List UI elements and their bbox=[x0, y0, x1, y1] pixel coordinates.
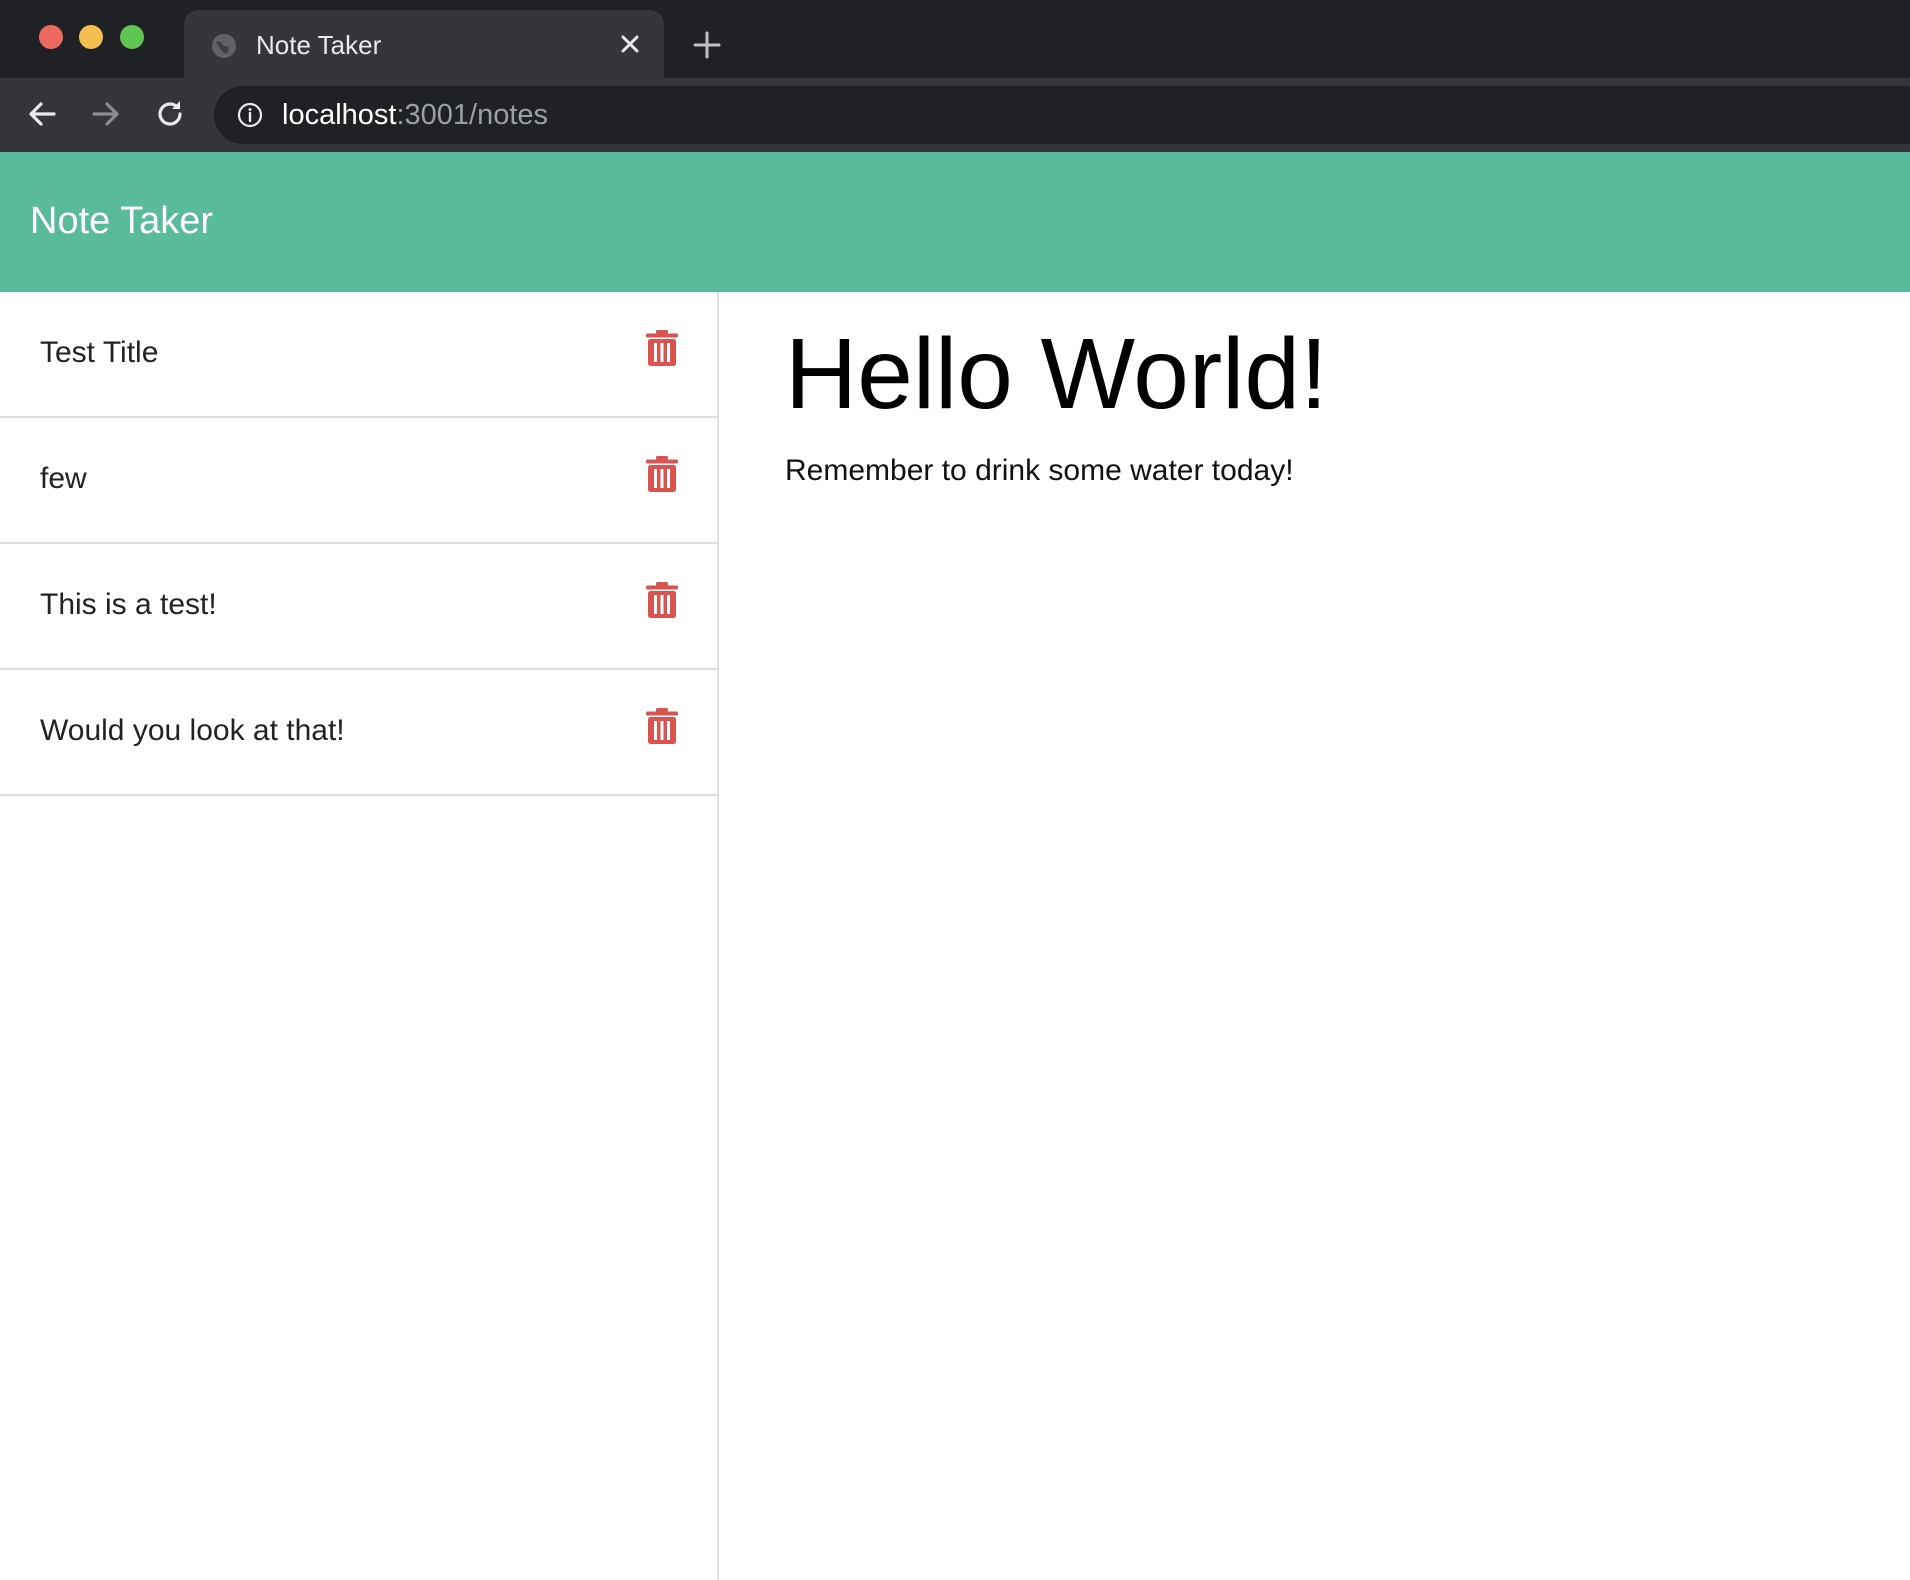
note-title: few bbox=[40, 462, 87, 495]
url-path: :3001/notes bbox=[396, 99, 549, 131]
trash-icon[interactable] bbox=[646, 708, 678, 744]
url-text: localhost:3001/notes bbox=[282, 97, 548, 133]
info-icon[interactable] bbox=[236, 101, 264, 129]
window-maximize-button[interactable] bbox=[120, 25, 144, 49]
list-item[interactable]: few bbox=[0, 418, 717, 544]
plus-icon[interactable] bbox=[690, 28, 724, 62]
trash-icon[interactable] bbox=[646, 330, 678, 366]
globe-icon bbox=[212, 34, 236, 58]
note-title: Test Title bbox=[40, 336, 159, 369]
browser-tab-bar: Note Taker bbox=[0, 0, 1910, 78]
address-bar[interactable]: localhost:3001/notes bbox=[214, 86, 1910, 144]
close-icon[interactable] bbox=[616, 30, 644, 58]
note-list-panel: Test Title few This is a test! Would you… bbox=[0, 292, 719, 1580]
note-text-field[interactable]: Remember to drink some water today! bbox=[785, 452, 1294, 490]
note-title: This is a test! bbox=[40, 588, 217, 621]
reload-icon[interactable] bbox=[152, 96, 188, 132]
url-host: localhost bbox=[282, 99, 397, 131]
browser-tab[interactable]: Note Taker bbox=[184, 10, 664, 78]
trash-icon[interactable] bbox=[646, 582, 678, 618]
note-title: Would you look at that! bbox=[40, 714, 345, 747]
arrow-left-icon[interactable] bbox=[24, 96, 60, 132]
app-header: Note Taker bbox=[0, 152, 1910, 292]
list-item[interactable]: Test Title bbox=[0, 292, 717, 418]
list-item[interactable]: This is a test! bbox=[0, 544, 717, 670]
window-minimize-button[interactable] bbox=[79, 25, 103, 49]
note-list: Test Title few This is a test! Would you… bbox=[0, 292, 717, 796]
arrow-right-icon[interactable] bbox=[88, 96, 124, 132]
window-close-button[interactable] bbox=[39, 25, 63, 49]
browser-toolbar: localhost:3001/notes bbox=[0, 78, 1910, 152]
trash-icon[interactable] bbox=[646, 456, 678, 492]
list-item[interactable]: Would you look at that! bbox=[0, 670, 717, 796]
note-detail: Hello World! Remember to drink some wate… bbox=[721, 292, 1910, 1580]
note-title-field[interactable]: Hello World! bbox=[785, 314, 1328, 434]
app-title[interactable]: Note Taker bbox=[30, 198, 213, 244]
tab-title: Note Taker bbox=[256, 30, 382, 60]
